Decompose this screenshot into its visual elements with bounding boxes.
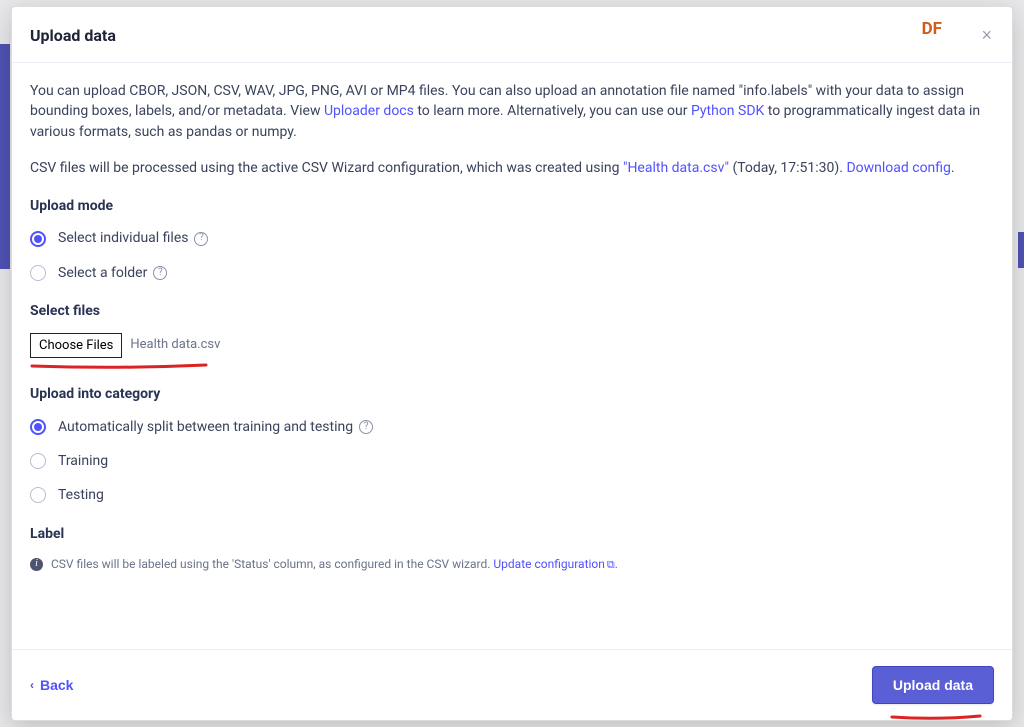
intro-text: You can upload CBOR, JSON, CSV, WAV, JPG…	[30, 81, 994, 178]
info-icon: i	[30, 558, 43, 571]
radio-icon	[30, 265, 46, 281]
radio-label: Select individual files	[58, 228, 188, 248]
intro-text-part: .	[951, 160, 955, 176]
bg-accent	[1018, 232, 1024, 268]
radio-icon	[30, 453, 46, 469]
annotation-underline	[890, 706, 982, 712]
file-picker-row: Choose Files Health data.csv	[30, 333, 994, 358]
python-sdk-link[interactable]: Python SDK	[691, 103, 764, 119]
close-button[interactable]: ×	[981, 25, 992, 46]
modal-title: Upload data	[30, 26, 116, 45]
radio-icon	[30, 231, 46, 247]
help-icon[interactable]: ?	[359, 420, 373, 434]
label-info-text: CSV files will be labeled using the 'Sta…	[51, 557, 493, 571]
upload-category-title: Upload into category	[30, 384, 994, 404]
csv-file-link[interactable]: "Health data.csv"	[623, 160, 729, 176]
back-label: Back	[40, 677, 73, 693]
modal-footer: ‹ Back Upload data	[12, 649, 1012, 720]
selected-file-name: Health data.csv	[130, 336, 220, 355]
intro-text-part: to learn more. Alternatively, you can us…	[417, 103, 691, 119]
radio-label: Testing	[58, 485, 104, 505]
radio-training[interactable]: Training	[30, 451, 994, 471]
label-info-text: .	[615, 557, 618, 571]
modal-body: You can upload CBOR, JSON, CSV, WAV, JPG…	[12, 63, 1012, 649]
radio-icon	[30, 419, 46, 435]
radio-individual-files[interactable]: Select individual files ?	[30, 228, 994, 248]
radio-auto-split[interactable]: Automatically split between training and…	[30, 417, 994, 437]
download-config-link[interactable]: Download config	[846, 160, 950, 176]
select-files-title: Select files	[30, 301, 994, 321]
label-info-row: i CSV files will be labeled using the 'S…	[30, 556, 994, 573]
help-icon[interactable]: ?	[153, 266, 167, 280]
intro-text-part: (Today, 17:51:30).	[732, 160, 846, 176]
modal-header: Upload data DF ×	[12, 7, 1012, 63]
label-title: Label	[30, 524, 994, 544]
close-icon: ×	[981, 25, 992, 45]
upload-mode-title: Upload mode	[30, 196, 994, 216]
df-badge: DF	[922, 19, 942, 39]
external-link-icon: ⧉	[607, 557, 615, 573]
choose-files-button[interactable]: Choose Files	[30, 333, 122, 358]
annotation-underline	[30, 362, 208, 366]
uploader-docs-link[interactable]: Uploader docs	[324, 103, 414, 119]
back-button[interactable]: ‹ Back	[30, 677, 73, 693]
radio-icon	[30, 487, 46, 503]
update-config-link[interactable]: Update configuration ⧉	[493, 557, 614, 571]
radio-label: Automatically split between training and…	[58, 417, 353, 437]
radio-testing[interactable]: Testing	[30, 485, 994, 505]
chevron-left-icon: ‹	[30, 678, 34, 692]
help-icon[interactable]: ?	[194, 232, 208, 246]
radio-label: Training	[58, 451, 108, 471]
upload-data-modal: Upload data DF × You can upload CBOR, JS…	[11, 6, 1013, 721]
radio-select-folder[interactable]: Select a folder ?	[30, 263, 994, 283]
bg-accent	[0, 44, 10, 269]
intro-text-part: CSV files will be processed using the ac…	[30, 160, 623, 176]
radio-label: Select a folder	[58, 263, 147, 283]
upload-data-button[interactable]: Upload data	[872, 666, 994, 704]
